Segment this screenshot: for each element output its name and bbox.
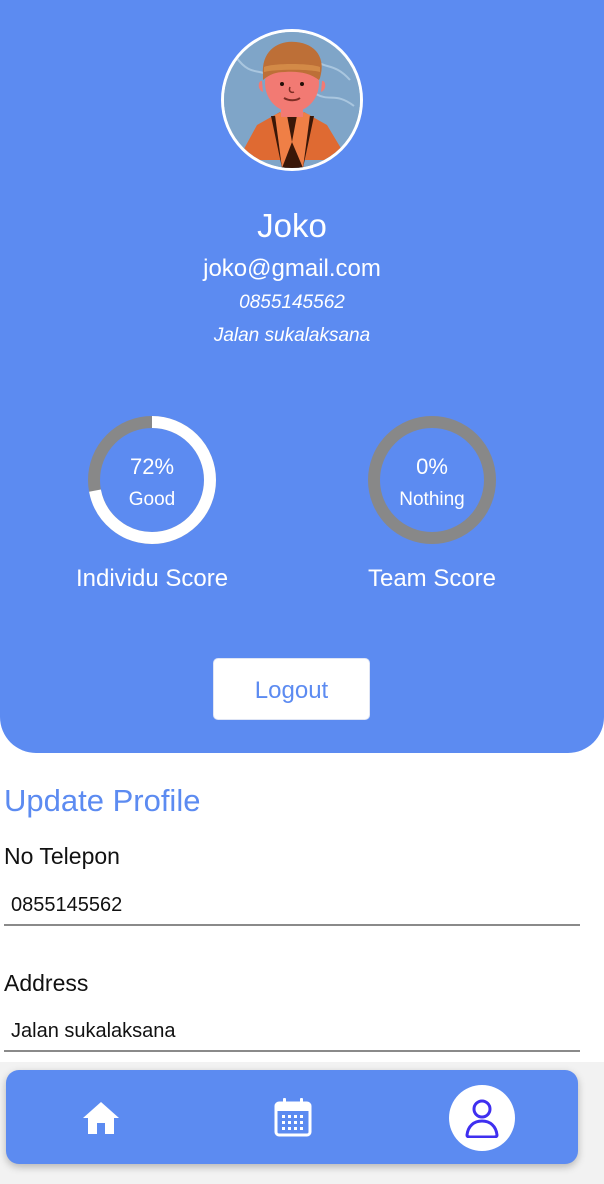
profile-email: joko@gmail.com bbox=[203, 255, 381, 282]
individual-score-progress-icon bbox=[88, 416, 216, 544]
team-score-progress-icon bbox=[368, 416, 496, 544]
profile-header: Joko joko@gmail.com 0855145562 Jalan suk… bbox=[0, 0, 604, 753]
team-score-value: 0% bbox=[416, 454, 448, 479]
update-profile-title: Update Profile bbox=[4, 783, 201, 818]
avatar-illustration bbox=[224, 32, 360, 168]
individual-score-status: Good bbox=[128, 489, 176, 510]
profile-address: Jalan sukalaksana bbox=[213, 325, 371, 346]
bottom-navigation bbox=[6, 1070, 578, 1164]
team-score-ring: 0% Nothing bbox=[366, 414, 498, 546]
address-input[interactable] bbox=[4, 1012, 580, 1052]
calendar-icon bbox=[274, 1098, 312, 1137]
logout-button[interactable]: Logout bbox=[213, 658, 370, 720]
nav-home-button[interactable] bbox=[78, 1095, 124, 1141]
nav-calendar-button[interactable] bbox=[270, 1095, 316, 1141]
team-score-status: Nothing bbox=[399, 489, 465, 510]
phone-input[interactable] bbox=[4, 886, 580, 926]
home-icon bbox=[83, 1102, 119, 1134]
phone-label: No Telepon bbox=[4, 843, 120, 869]
individual-score-label: Individu Score bbox=[75, 565, 229, 592]
team-score-card: 0% Nothing Team Score bbox=[302, 414, 562, 593]
profile-name: Joko bbox=[257, 207, 327, 244]
profile-phone: 0855145562 bbox=[239, 292, 345, 313]
user-icon bbox=[465, 1099, 499, 1138]
team-score-label: Team Score bbox=[367, 565, 497, 592]
individual-score-ring: 72% Good bbox=[86, 414, 218, 546]
nav-profile-button[interactable] bbox=[449, 1085, 515, 1151]
address-label: Address bbox=[4, 970, 89, 996]
team-score-track bbox=[368, 416, 496, 544]
avatar bbox=[221, 29, 363, 171]
individual-score-value: 72% bbox=[129, 454, 175, 479]
individual-score-card: 72% Good Individu Score bbox=[22, 414, 282, 593]
